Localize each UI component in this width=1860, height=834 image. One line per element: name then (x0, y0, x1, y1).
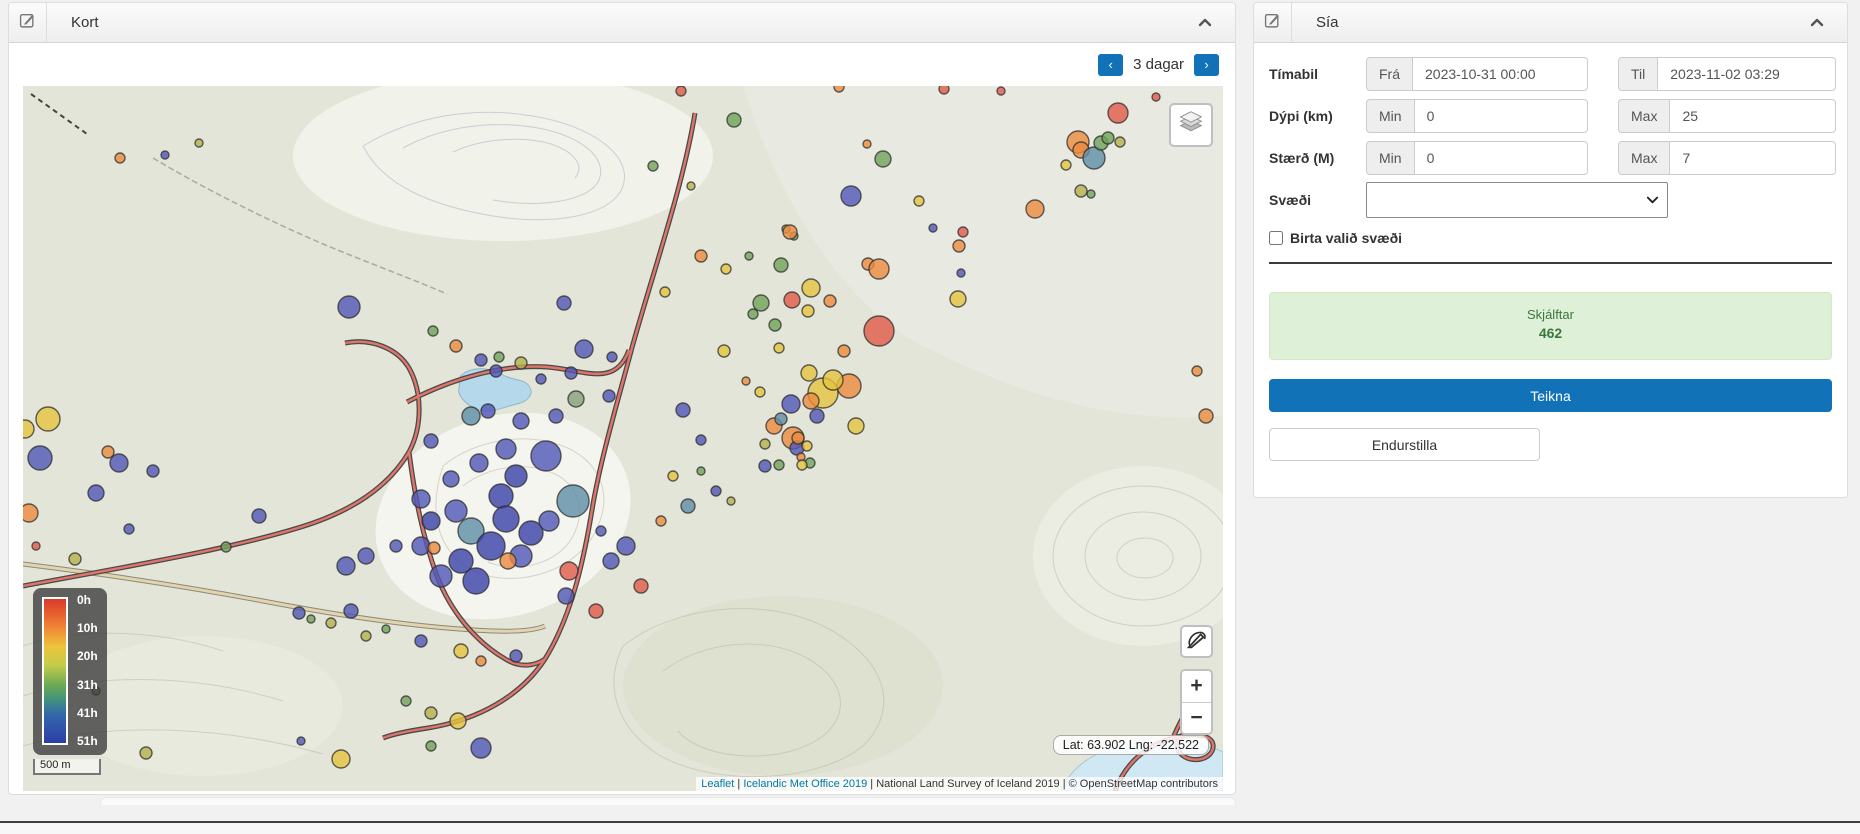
svaedi-row: Svæði (1269, 182, 1832, 218)
map-panel-title: Kort (47, 3, 99, 42)
map-edit-icon-cell[interactable] (9, 3, 47, 42)
prev-period-button[interactable]: ‹ (1098, 54, 1123, 76)
map-nav-row: ‹ 3 dagar › (9, 43, 1235, 86)
zoom-control: + − (1180, 669, 1213, 735)
depth-max-input[interactable] (1669, 99, 1836, 133)
mag-max-group: Max (1618, 141, 1836, 175)
reset-button[interactable]: Endurstilla (1269, 428, 1540, 461)
from-datetime-input[interactable] (1412, 57, 1588, 91)
next-panel-edge (100, 797, 1236, 805)
show-region-row: Birta valið svæði (1269, 230, 1832, 246)
dypi-label: Dýpi (km) (1269, 108, 1366, 124)
mag-min-input[interactable] (1414, 141, 1588, 175)
quake-count-label: Skjálftar (1280, 307, 1821, 322)
region-select[interactable] (1366, 182, 1668, 218)
depth-min-input[interactable] (1414, 99, 1588, 133)
map-panel-header: Kort (9, 3, 1235, 43)
cursor-coordinates: Lat: 63.902 Lng: -22.522 (1053, 735, 1209, 755)
timabil-row: Tímabil Frá Til (1269, 56, 1832, 91)
staerd-label: Stærð (M) (1269, 150, 1366, 166)
leaflet-link[interactable]: Leaflet (701, 778, 734, 790)
mag-max-addon: Max (1618, 141, 1669, 175)
show-region-checkbox[interactable] (1269, 231, 1283, 245)
zoom-out-button[interactable]: − (1182, 703, 1211, 734)
quake-count-value: 462 (1280, 325, 1821, 341)
filter-panel-title: Sía (1292, 3, 1339, 42)
edit-icon (19, 12, 36, 34)
basemap-layer (23, 86, 1223, 791)
dypi-row: Dýpi (km) Min Max (1269, 98, 1832, 133)
map-collapse-chevron-up-icon[interactable] (1197, 15, 1213, 31)
from-input-group: Frá (1366, 57, 1588, 91)
quake-count-box: Skjálftar 462 (1269, 292, 1832, 360)
draw-button[interactable]: Teikna (1269, 379, 1832, 412)
age-legend: 0h10h20h31h41h51h (33, 588, 107, 755)
to-input-group: Til (1618, 57, 1836, 91)
map-attribution: Leaflet | Icelandic Met Office 2019 | Na… (696, 777, 1223, 791)
attr-rest: National Land Survey of Iceland 2019 | ©… (876, 778, 1218, 790)
divider (1269, 262, 1832, 264)
depth-max-group: Max (1618, 99, 1836, 133)
filter-panel: Sía Tímabil Frá Til Dýpi (km) Min (1253, 2, 1848, 498)
zoom-in-button[interactable]: + (1182, 671, 1211, 703)
draw-control-button[interactable] (1180, 625, 1213, 658)
filter-collapse-chevron-up-icon[interactable] (1809, 15, 1825, 31)
layers-control-button[interactable] (1169, 103, 1213, 147)
to-addon: Til (1618, 57, 1657, 91)
to-datetime-input[interactable] (1657, 57, 1836, 91)
layers-icon (1177, 110, 1205, 141)
attr-sep: | (867, 778, 876, 790)
timabil-label: Tímabil (1269, 66, 1366, 82)
map-canvas[interactable]: + − 0h10h20h31h41h51h 500 m Lat: 63.902 … (23, 86, 1223, 791)
next-period-button[interactable]: › (1194, 54, 1219, 76)
age-gradient-bar (42, 597, 68, 745)
depth-min-addon: Min (1366, 99, 1414, 133)
filter-edit-icon-cell[interactable] (1254, 3, 1292, 42)
filter-panel-header: Sía (1254, 3, 1847, 43)
show-region-label: Birta valið svæði (1290, 230, 1402, 246)
scale-bar: 500 m (33, 759, 101, 775)
attr-sep: | (734, 778, 743, 790)
staerd-row: Stærð (M) Min Max (1269, 140, 1832, 175)
edit-icon (1264, 12, 1281, 34)
map-panel: Kort ‹ 3 dagar › (8, 2, 1236, 795)
depth-max-addon: Max (1618, 99, 1669, 133)
depth-min-group: Min (1366, 99, 1588, 133)
mag-max-input[interactable] (1669, 141, 1836, 175)
imo-link[interactable]: Icelandic Met Office 2019 (743, 778, 867, 790)
mag-min-group: Min (1366, 141, 1588, 175)
from-addon: Frá (1366, 57, 1412, 91)
period-label: 3 dagar (1133, 56, 1184, 73)
svaedi-label: Svæði (1269, 192, 1366, 208)
draw-polygon-icon (1186, 628, 1208, 655)
below-divider-area (0, 823, 1860, 834)
mag-min-addon: Min (1366, 141, 1414, 175)
region-select-wrap (1366, 182, 1668, 218)
age-legend-labels: 0h10h20h31h41h51h (77, 594, 98, 748)
